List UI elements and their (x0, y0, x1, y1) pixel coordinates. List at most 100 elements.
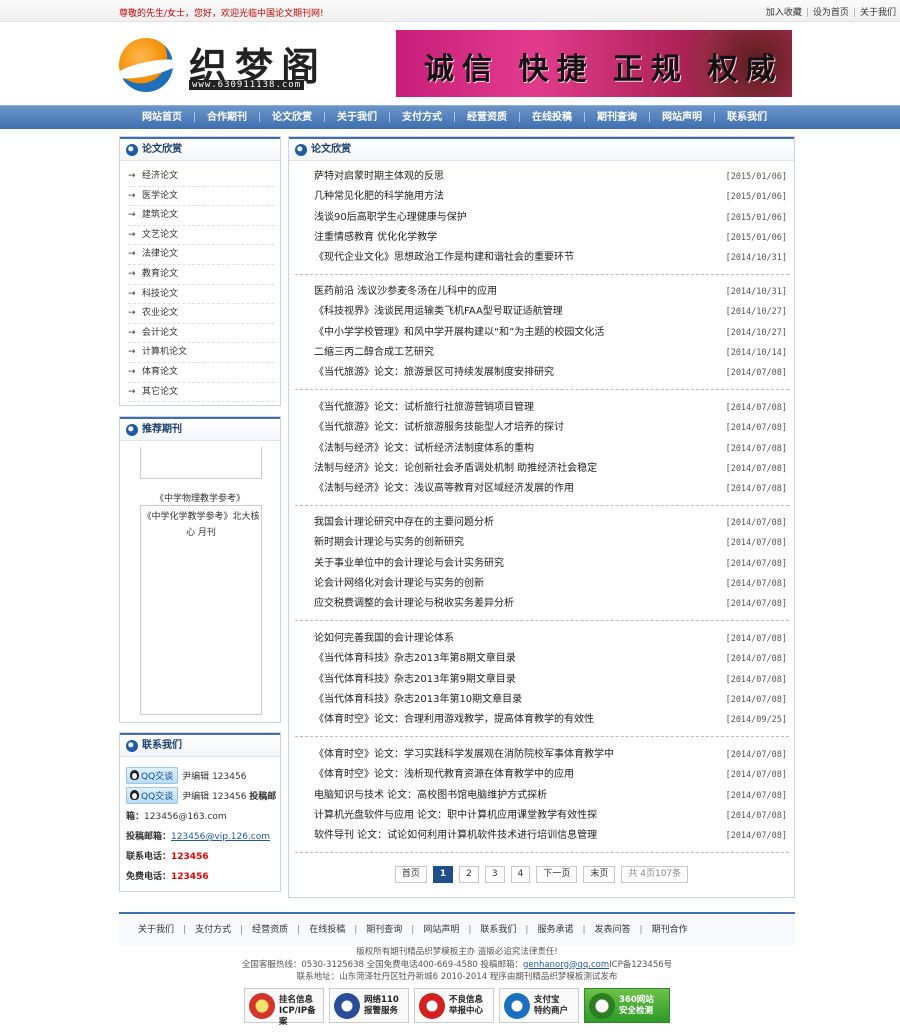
article-link[interactable]: 应交税费调整的会计理论与税收实务差异分析 (314, 594, 514, 614)
category-label[interactable]: 法律论文 (142, 249, 178, 259)
add-favorite-link[interactable]: 加入收藏 (766, 8, 802, 18)
article-link[interactable]: 《当代体育科技》杂志2013年第9期文章目录 (314, 670, 516, 690)
next-page-button[interactable]: 下一页 (536, 866, 578, 883)
article-link[interactable]: 《当代体育科技》杂志2013年第8期文章目录 (314, 649, 516, 669)
qq-chat-button[interactable]: QQ交谈 (126, 767, 179, 784)
category-label[interactable]: 农业论文 (142, 308, 178, 318)
article-link[interactable]: 论会计网络化对会计理论与实务的创新 (314, 574, 484, 594)
nav-item[interactable]: 网站首页 (132, 106, 192, 130)
article-link[interactable]: 《体育时空》论文：合理利用游戏教学，提高体育教学的有效性 (314, 710, 594, 730)
nav-item-label[interactable]: 在线投稿 (522, 106, 582, 130)
footer-nav-label[interactable]: 经营资质 (243, 925, 297, 935)
article-link[interactable]: 《当代旅游》论文：试析旅行社旅游营销项目管理 (314, 398, 534, 418)
footer-nav-item[interactable]: | 网站声明 (411, 914, 468, 946)
category-item[interactable]: → 体育论文 (128, 363, 274, 383)
article-link[interactable]: 《当代体育科技》杂志2013年第10期文章目录 (314, 690, 522, 710)
page-number-button[interactable]: 4 (510, 866, 531, 883)
category-label[interactable]: 文艺论文 (142, 230, 178, 240)
nav-item[interactable]: 联系我们 (712, 106, 777, 130)
footer-nav-item[interactable]: | 在线投稿 (297, 914, 354, 946)
nav-item-label[interactable]: 联系我们 (717, 106, 777, 130)
footer-nav-label[interactable]: 期刊合作 (643, 925, 697, 935)
trust-badge[interactable]: 网络110 报警服务 (329, 988, 409, 1023)
category-item[interactable]: → 计算机论文 (128, 343, 274, 363)
article-link[interactable]: 《中小学学校管理》和风中学开展构建以“和”为主题的校园文化活 (314, 323, 604, 343)
article-link[interactable]: 医药前沿 浅议沙参麦冬汤在儿科中的应用 (314, 282, 497, 302)
category-item[interactable]: → 建筑论文 (128, 206, 274, 226)
about-us-link[interactable]: 关于我们 (860, 8, 896, 18)
last-page-button[interactable]: 末页 (583, 866, 616, 883)
nav-item[interactable]: 期刊查询 (582, 106, 647, 130)
article-link[interactable]: 我国会计理论研究中存在的主要问题分析 (314, 513, 494, 533)
article-link[interactable]: 计算机光盘软件与应用 论文：职中计算机应用课堂教学有效性探 (314, 806, 597, 826)
article-link[interactable]: 电脑知识与技术 论文：高校图书馆电脑维护方式探析 (314, 786, 547, 806)
page-number-button[interactable]: 3 (484, 866, 505, 883)
nav-item-label[interactable]: 期刊查询 (587, 106, 647, 130)
nav-item[interactable]: 关于我们 (322, 106, 387, 130)
footer-nav-label[interactable]: 支付方式 (186, 925, 240, 935)
category-item[interactable]: → 科技论文 (128, 285, 274, 305)
article-link[interactable]: 《法制与经济》论文：试析经济法制度体系的重构 (314, 439, 534, 459)
article-link[interactable]: 论如何完善我国的会计理论体系 (314, 629, 454, 649)
nav-item-label[interactable]: 合作期刊 (197, 106, 257, 130)
footer-nav-label[interactable]: 联系我们 (471, 925, 525, 935)
submit-mail-link[interactable]: 123456@vip.126.com (171, 832, 270, 842)
footer-nav-label[interactable]: 网站声明 (414, 925, 468, 935)
category-item[interactable]: → 会计论文 (128, 324, 274, 344)
category-item[interactable]: → 其它论文 (128, 383, 274, 403)
footer-email-link[interactable]: genhanorg@qq.com (523, 960, 609, 970)
article-link[interactable]: 《当代旅游》论文：试析旅游服务技能型人才培养的探讨 (314, 418, 564, 438)
trust-badge[interactable]: 支付宝 特约商户 (499, 988, 579, 1023)
footer-nav-item[interactable]: | 期刊合作 (640, 914, 697, 946)
article-link[interactable]: 法制与经济》论文：论创新社会矛盾调处机制 助推经济社会稳定 (314, 459, 597, 479)
recommend-image-placeholder[interactable] (140, 447, 262, 479)
category-label[interactable]: 体育论文 (142, 367, 178, 377)
nav-item[interactable]: 合作期刊 (192, 106, 257, 130)
recommend-journal-1[interactable]: 《中学物理教学参考》 (120, 491, 280, 504)
page-number-button[interactable]: 2 (459, 866, 479, 883)
article-link[interactable]: 几种常见化肥的科学施用方法 (314, 187, 444, 207)
article-link[interactable]: 《体育时空》论文：浅析现代教育资源在体育教学中的应用 (314, 765, 574, 785)
article-link[interactable]: 《当代旅游》论文：旅游景区可持续发展制度安排研究 (314, 363, 554, 383)
page-number-button[interactable]: 1 (432, 866, 454, 883)
nav-item[interactable]: 论文欣赏 (257, 106, 322, 130)
category-label[interactable]: 其它论文 (142, 387, 178, 397)
footer-nav-item[interactable]: | 经营资质 (240, 914, 297, 946)
category-item[interactable]: → 法律论文 (128, 245, 274, 265)
site-logo[interactable]: 织梦阁 www.630911138.com (119, 36, 354, 94)
nav-item[interactable]: 经营资质 (452, 106, 517, 130)
nav-item-label[interactable]: 网站声明 (652, 106, 712, 130)
footer-nav-label[interactable]: 关于我们 (129, 925, 183, 935)
footer-nav-item[interactable]: | 支付方式 (183, 914, 240, 946)
nav-item-label[interactable]: 网站首页 (132, 106, 192, 130)
category-label[interactable]: 建筑论文 (142, 210, 178, 220)
footer-nav-label[interactable]: 发表问答 (586, 925, 640, 935)
category-item[interactable]: → 医学论文 (128, 187, 274, 207)
set-homepage-link[interactable]: 设为首页 (813, 8, 849, 18)
category-item[interactable]: → 农业论文 (128, 304, 274, 324)
nav-item[interactable]: 在线投稿 (517, 106, 582, 130)
footer-nav-label[interactable]: 服务承诺 (528, 925, 582, 935)
nav-item[interactable]: 支付方式 (387, 106, 452, 130)
category-item[interactable]: → 文艺论文 (128, 226, 274, 246)
footer-nav-label[interactable]: 期刊查询 (357, 925, 411, 935)
category-label[interactable]: 医学论文 (142, 191, 178, 201)
article-link[interactable]: 注重情感教育 优化化学教学 (314, 228, 437, 248)
first-page-button[interactable]: 首页 (394, 866, 427, 883)
category-label[interactable]: 会计论文 (142, 328, 178, 338)
article-link[interactable]: 软件导刊 论文：试论如何利用计算机软件技术进行培训信息管理 (314, 826, 597, 846)
trust-badge[interactable]: 360网站 安全检测 (584, 988, 670, 1023)
nav-item-label[interactable]: 关于我们 (327, 106, 387, 130)
footer-nav-item[interactable]: | 服务承诺 (525, 914, 582, 946)
article-link[interactable]: 《体育时空》论文：学习实践科学发展观在消防院校军事体育教学中 (314, 745, 614, 765)
trust-badge[interactable]: 不良信息 举报中心 (414, 988, 494, 1023)
footer-nav-item[interactable]: | 发表问答 (582, 914, 639, 946)
article-link[interactable]: 新时期会计理论与实务的创新研究 (314, 533, 464, 553)
category-label[interactable]: 经济论文 (142, 171, 178, 181)
nav-item-label[interactable]: 经营资质 (457, 106, 517, 130)
recommend-journal-2[interactable]: 《中学化学教学参考》北大核心 月刊 (142, 509, 260, 541)
article-link[interactable]: 二缩三丙二醇合成工艺研究 (314, 343, 434, 363)
category-item[interactable]: → 教育论文 (128, 265, 274, 285)
category-item[interactable]: → 经济论文 (128, 167, 274, 187)
article-link[interactable]: 《法制与经济》论文：浅议高等教育对区域经济发展的作用 (314, 479, 574, 499)
